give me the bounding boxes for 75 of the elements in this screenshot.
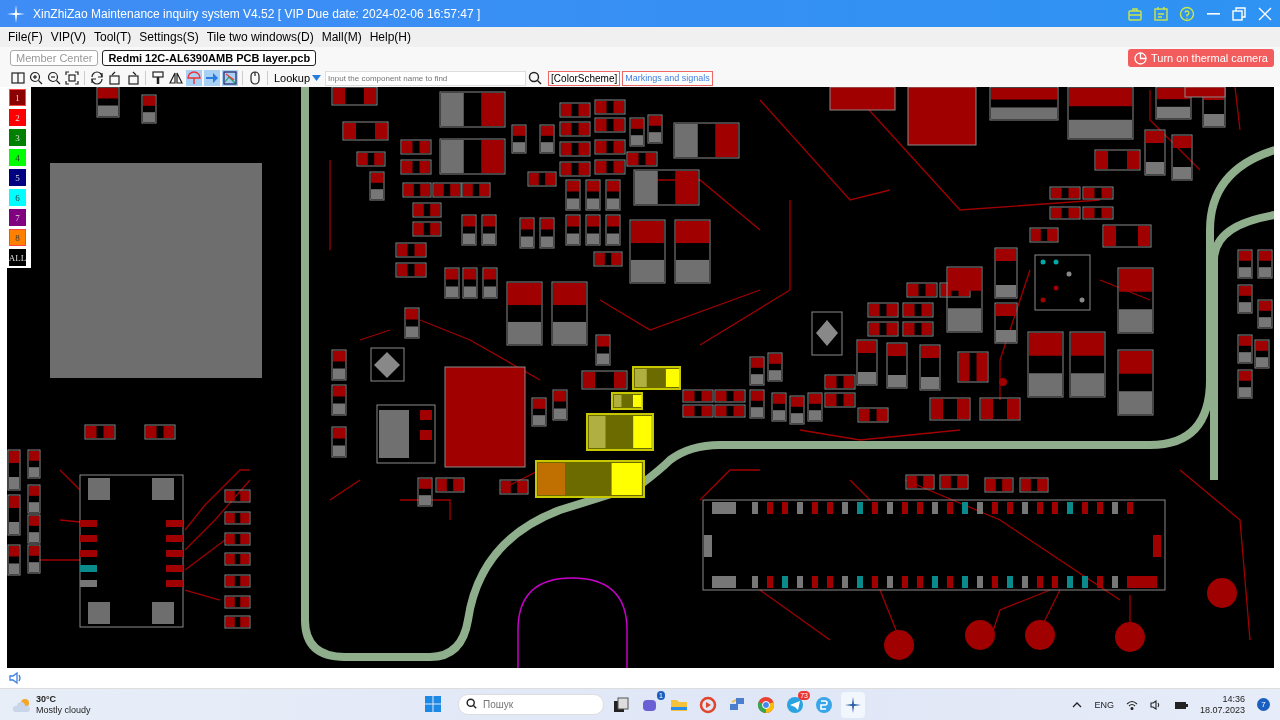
toolbar-button[interactable] — [168, 70, 184, 86]
close-icon — [1257, 5, 1273, 22]
search-icon — [466, 698, 477, 709]
split-view-icon — [11, 71, 25, 85]
layer-button[interactable]: 4 — [9, 149, 26, 166]
layer-button[interactable]: ALL — [9, 249, 26, 266]
toolbar-button[interactable] — [89, 70, 105, 86]
layer-button[interactable]: 1 — [9, 89, 26, 106]
rotate-left-icon — [108, 71, 122, 85]
language-indicator[interactable]: ENG — [1094, 699, 1114, 710]
crosshair-icon — [1134, 51, 1147, 65]
briefcase-icon — [1127, 5, 1143, 22]
temperature-text: 30°C — [36, 693, 58, 705]
menu-item[interactable]: Settings(S) — [135, 30, 203, 44]
component-search-field[interactable]: Input the component name to find — [325, 70, 527, 86]
pcb-canvas[interactable]: 1 2 3 4 5 6 7 8 ALL — [7, 87, 1274, 668]
probe-icon — [187, 71, 201, 85]
menu-item[interactable]: File(F) — [4, 30, 47, 44]
layer-button[interactable]: 6 — [9, 189, 26, 206]
zoom-in-icon — [29, 71, 43, 85]
zoom-out-icon — [47, 71, 61, 85]
browser-icon — [815, 695, 833, 714]
chevron-up-icon[interactable] — [1072, 700, 1083, 709]
toolbar-button[interactable] — [64, 70, 80, 86]
task-view-icon — [612, 695, 630, 714]
markings-button[interactable]: Markings and signals — [622, 70, 713, 86]
arrow-icon — [205, 71, 219, 85]
notification-count[interactable]: 7 — [1257, 698, 1270, 711]
layer-button[interactable]: 8 — [9, 229, 26, 246]
minimize-icon — [1206, 12, 1220, 15]
taskbar-search-field[interactable]: Пошук — [458, 694, 604, 715]
windows-logo-icon — [425, 695, 441, 712]
calendar-icon — [1153, 5, 1169, 22]
cloud-sun-icon — [12, 696, 32, 713]
fit-screen-icon — [65, 71, 79, 85]
menu-item[interactable]: Tool(T) — [90, 30, 136, 44]
toolbar-button[interactable] — [150, 70, 166, 86]
weather-text: Mostly cloudy — [36, 704, 91, 716]
menu-item[interactable]: Mall(M) — [317, 30, 366, 44]
mouse-icon — [248, 71, 262, 85]
restore-icon — [1231, 5, 1247, 22]
layer-button[interactable]: 3 — [9, 129, 26, 146]
toolbar-button[interactable] — [247, 70, 263, 86]
volume-icon[interactable] — [1149, 699, 1162, 710]
window-title: XinZhiZao Maintenance inquiry system V4.52 [ VIP Due date: 2024-02-06 16:57:47 ] — [33, 6, 482, 21]
refresh-icon — [90, 71, 104, 85]
toolbar-button[interactable] — [46, 70, 62, 86]
help-icon — [1179, 5, 1195, 22]
menu-item[interactable]: Help(H) — [365, 30, 415, 44]
mirror-icon — [169, 71, 183, 85]
document-tab[interactable]: Redmi 12C-AL6390AMB PCB layer.pcb — [102, 50, 317, 66]
search-icon — [528, 71, 543, 85]
toolbar-button[interactable] — [125, 70, 141, 86]
start-button[interactable] — [424, 695, 442, 714]
brush-icon — [151, 71, 165, 85]
search-button[interactable] — [528, 71, 543, 85]
layer-button[interactable]: 5 — [9, 169, 26, 186]
clock-time[interactable]: 14:36 — [1222, 693, 1245, 705]
menu-item[interactable]: VIP(V) — [46, 30, 90, 44]
clock-date[interactable]: 18.07.2023 — [1199, 704, 1245, 716]
rotate-right-icon — [126, 71, 140, 85]
chrome-icon — [757, 695, 775, 714]
speaker-icon — [9, 671, 23, 685]
dropdown-arrow-icon — [312, 75, 322, 81]
menu-item[interactable]: Tile two windows(D) — [202, 30, 318, 44]
toolbar-button[interactable] — [28, 70, 44, 86]
layer-button[interactable]: 7 — [9, 209, 26, 226]
image-icon — [223, 71, 237, 85]
battery-icon[interactable] — [1173, 699, 1188, 710]
play-circle-icon — [699, 695, 717, 714]
wifi-icon[interactable] — [1125, 699, 1138, 710]
toolbar-button[interactable] — [107, 70, 123, 86]
lookup-dropdown[interactable]: Lookup — [272, 72, 324, 84]
toolbar-button[interactable] — [10, 70, 26, 86]
color-scheme-button[interactable]: [ColorScheme] — [548, 70, 621, 86]
